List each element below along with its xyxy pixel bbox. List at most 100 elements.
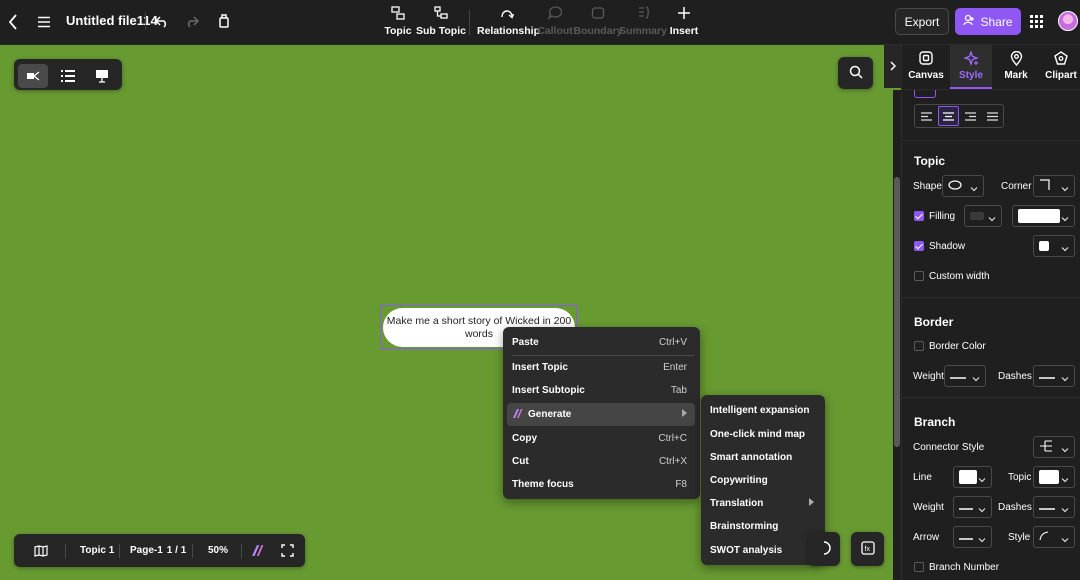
arrow-label: Arrow: [913, 532, 940, 543]
submenu-item-label: Translation: [710, 498, 764, 509]
current-topic[interactable]: Topic 1: [80, 534, 114, 567]
chevron-right-icon: [809, 498, 814, 509]
filling-checkbox[interactable]: [914, 211, 924, 221]
submenu-item-copywriting[interactable]: Copywriting: [705, 469, 820, 492]
fullscreen-icon[interactable]: [281, 534, 294, 567]
chevron-down-icon: [978, 473, 986, 483]
fill-color-swatch: [1018, 209, 1060, 223]
document-title[interactable]: Untitled file114: [66, 13, 158, 28]
share-button[interactable]: Share: [955, 8, 1021, 35]
divider: [241, 544, 242, 558]
subtopic-tool[interactable]: Sub Topic: [411, 6, 471, 37]
shape-dropdown[interactable]: [942, 175, 984, 197]
scrollbar-thumb[interactable]: [894, 177, 900, 447]
scrolled-control-edge: [914, 90, 936, 98]
submenu-item-brainstorming[interactable]: Brainstorming: [705, 515, 820, 538]
formula-button[interactable]: fx: [851, 532, 884, 566]
search-icon: [849, 65, 863, 82]
fill-color-dropdown[interactable]: [1012, 205, 1075, 227]
export-button[interactable]: Export: [895, 8, 949, 35]
align-right-icon[interactable]: [960, 106, 981, 126]
align-left-icon[interactable]: [916, 106, 937, 126]
tab-mark[interactable]: Mark: [998, 45, 1034, 89]
branch-weight-label: Weight: [913, 502, 944, 513]
custom-width-label: Custom width: [929, 271, 990, 282]
map-overview-icon[interactable]: [34, 534, 48, 567]
page-indicator[interactable]: Page-1 1 / 1: [130, 534, 186, 567]
corner-label: Corner: [1001, 181, 1032, 192]
submenu-item-smart-annotation[interactable]: Smart annotation: [705, 446, 820, 469]
branch-section-title: Branch: [914, 415, 956, 429]
menu-item-paste[interactable]: Paste Ctrl+V: [507, 331, 695, 354]
chevron-down-icon: [970, 182, 978, 192]
submenu-item-translation[interactable]: Translation: [705, 492, 820, 515]
menu-item-copy[interactable]: Copy Ctrl+C: [507, 427, 695, 450]
filling-style-dropdown[interactable]: [964, 205, 1002, 227]
chevron-right-icon: [682, 409, 687, 420]
border-weight-dropdown[interactable]: [944, 365, 986, 387]
context-menu: Paste Ctrl+V Insert Topic Enter Insert S…: [503, 327, 700, 499]
topic-color-swatch: [1039, 470, 1059, 484]
chevron-down-icon: [1061, 372, 1069, 382]
menu-item-label: Paste: [512, 337, 539, 348]
tab-canvas[interactable]: Canvas: [904, 45, 948, 89]
menu-item-insert-subtopic[interactable]: Insert Subtopic Tab: [507, 379, 695, 402]
submenu-item-swot-analysis[interactable]: SWOT analysis: [705, 539, 820, 562]
menu-item-shortcut: Ctrl+X: [658, 456, 687, 467]
chevron-down-icon: [1061, 473, 1069, 483]
zoom-level[interactable]: 50%: [208, 534, 228, 567]
page-count: 1 / 1: [166, 545, 187, 556]
shadow-checkbox[interactable]: [914, 241, 924, 251]
menu-item-label: Insert Subtopic: [512, 385, 585, 396]
tab-clipart[interactable]: Clipart: [1042, 45, 1080, 89]
canvas-search-button[interactable]: [838, 57, 873, 89]
menu-item-shortcut: Ctrl+C: [658, 433, 687, 444]
panel-collapse-button[interactable]: [884, 45, 901, 88]
menu-icon[interactable]: [35, 12, 53, 32]
arrow-dropdown[interactable]: [953, 526, 992, 548]
submenu-item-one-click-mind-map[interactable]: One-click mind map: [705, 423, 820, 446]
line-weight-icon: [959, 530, 973, 544]
shadow-color-dropdown[interactable]: [1033, 235, 1075, 257]
chevron-down-icon: [1061, 182, 1069, 192]
branch-weight-dropdown[interactable]: [953, 496, 992, 518]
menu-item-insert-topic[interactable]: Insert Topic Enter: [507, 356, 695, 379]
format-painter-icon[interactable]: [215, 11, 233, 31]
menu-item-generate[interactable]: Generate: [507, 403, 695, 426]
tab-label: Style: [959, 70, 983, 81]
tab-label: Mark: [1004, 70, 1028, 81]
ai-assistant-icon[interactable]: [251, 534, 264, 567]
redo-icon[interactable]: [183, 12, 201, 32]
branch-dashes-dropdown[interactable]: [1033, 496, 1075, 518]
align-center-icon[interactable]: [938, 106, 959, 126]
avatar[interactable]: [1058, 11, 1078, 31]
submenu-item-intelligent-expansion[interactable]: Intelligent expansion: [705, 399, 820, 422]
chevron-down-icon: [1061, 212, 1069, 222]
border-color-checkbox[interactable]: [914, 341, 924, 351]
branch-topic-color-dropdown[interactable]: [1033, 466, 1075, 488]
branch-number-checkbox[interactable]: [914, 562, 924, 572]
insert-tool[interactable]: Insert: [654, 6, 714, 37]
undo-icon[interactable]: [153, 12, 171, 32]
menu-item-theme-focus[interactable]: Theme focus F8: [507, 473, 695, 496]
tab-style[interactable]: Style: [950, 45, 992, 89]
presentation-view-icon[interactable]: [87, 64, 117, 88]
border-dashes-dropdown[interactable]: [1033, 365, 1075, 387]
menu-item-shortcut: F8: [675, 479, 687, 490]
apps-grid-icon[interactable]: [1028, 13, 1044, 29]
corner-dropdown[interactable]: [1033, 175, 1075, 197]
connector-style-dropdown[interactable]: [1033, 436, 1075, 458]
subtopic-icon: [411, 6, 471, 24]
style-sparkle-icon: [950, 49, 992, 67]
outline-view-icon[interactable]: [53, 64, 83, 88]
menu-item-cut[interactable]: Cut Ctrl+X: [507, 450, 695, 473]
canvas-scrollbar[interactable]: [893, 90, 901, 580]
mindmap-view-icon[interactable]: [18, 64, 48, 88]
partially-hidden-button[interactable]: [808, 532, 840, 566]
back-icon[interactable]: [4, 12, 22, 32]
custom-width-checkbox[interactable]: [914, 271, 924, 281]
branch-style-dropdown[interactable]: [1033, 526, 1075, 548]
line-color-dropdown[interactable]: [953, 466, 992, 488]
mark-pin-icon: [998, 50, 1034, 67]
align-justify-icon[interactable]: [982, 106, 1003, 126]
